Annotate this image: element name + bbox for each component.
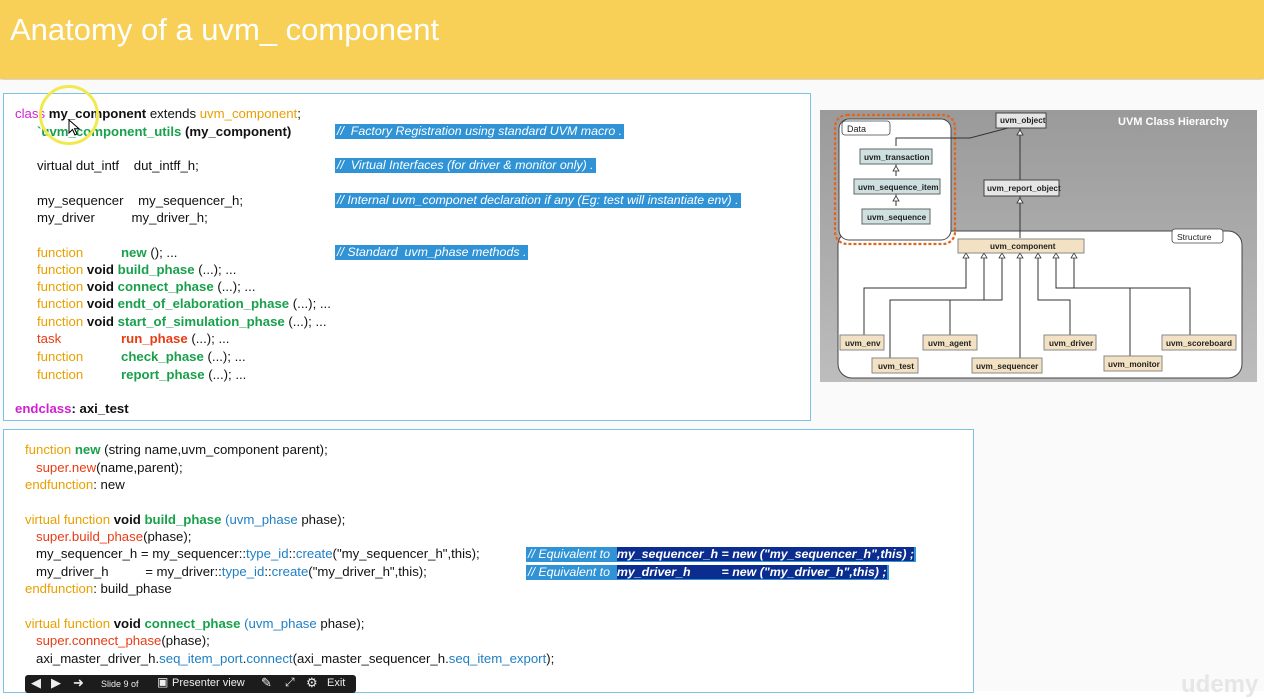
svg-text:uvm_sequencer: uvm_sequencer <box>976 362 1039 371</box>
code-line-fn-new-body: new (); ... <box>121 245 178 260</box>
code-line-super-connect: super.connect_phase(phase); <box>36 633 210 648</box>
svg-text:uvm_sequence: uvm_sequence <box>867 213 927 222</box>
presenter-view-button[interactable]: Presenter view <box>172 677 245 689</box>
code-line-virtual-intf: virtual dut_intf dut_intff_h; <box>37 158 199 173</box>
code-line-run-phase: run_phase (...); ... <box>121 331 230 346</box>
code-line-elab-phase: function void endt_of_elaboration_phase … <box>37 296 331 311</box>
node-uvm-env: uvm_env <box>839 334 885 351</box>
mouse-pointer-icon <box>68 119 81 136</box>
node-uvm-report-object: uvm_report_object <box>983 179 1061 197</box>
comment-phase-methods: // Standard uvm_phase methods . <box>335 245 529 260</box>
code-line-endfunction-build: endfunction: build_phase <box>25 581 172 596</box>
comment-equivalent-sequencer: // Equivalent to my_sequencer_h = new ("… <box>526 547 917 562</box>
code-line-build-phase: function void build_phase (...); ... <box>37 262 237 277</box>
node-uvm-sequence: uvm_sequence <box>861 208 931 225</box>
code-line-report-phase: report_phase (...); ... <box>121 367 247 382</box>
slide-counter: Slide 9 of <box>101 679 139 689</box>
code-line-create-driver: my_driver_h = my_driver::type_id::create… <box>36 564 427 579</box>
code-line-report-phase-kw: function <box>37 367 84 382</box>
svg-text:uvm_test: uvm_test <box>878 362 914 371</box>
code-line-check-phase: check_phase (...); ... <box>121 349 246 364</box>
node-uvm-test: uvm_test <box>871 357 919 374</box>
node-uvm-component: uvm_component <box>957 238 1085 254</box>
node-uvm-sequencer: uvm_sequencer <box>971 357 1043 374</box>
svg-text:uvm_report_object: uvm_report_object <box>987 184 1061 193</box>
svg-text:uvm_scoreboard: uvm_scoreboard <box>1166 339 1232 348</box>
previous-slide-icon[interactable]: ◀ <box>31 675 41 691</box>
svg-text:uvm_driver: uvm_driver <box>1049 339 1094 348</box>
svg-text:uvm_agent: uvm_agent <box>928 339 971 348</box>
code-line-driver: my_driver my_driver_h; <box>37 210 208 225</box>
pen-icon[interactable]: ✎ <box>261 675 272 691</box>
code-line-run-phase-kw: task <box>37 331 62 346</box>
node-uvm-sequence-item: uvm_sequence_item <box>853 178 941 195</box>
settings-gear-icon[interactable]: ⚙ <box>306 675 318 691</box>
code-line-super-build: super.build_phase(phase); <box>36 529 192 544</box>
code-line-fn-new: function <box>37 245 84 260</box>
udemy-watermark: udemy <box>1181 671 1259 698</box>
presenter-view-icon[interactable]: ▣ <box>157 675 168 689</box>
code-line-build-def: virtual function void build_phase (uvm_p… <box>25 512 346 527</box>
svg-text:uvm_monitor: uvm_monitor <box>1108 360 1161 369</box>
code-line-endfunction-new: endfunction: new <box>25 477 125 492</box>
presentation-toolbar: ◀ ▶ ➜ Slide 9 of ▣ Presenter view ✎ ⤢ ⚙ … <box>25 675 356 693</box>
code-line-new-def: function new (string name,uvm_component … <box>25 442 328 457</box>
forward-icon[interactable]: ➜ <box>73 675 84 691</box>
data-panel-label: Data <box>847 124 866 134</box>
diagram-title: UVM Class Hierarchy <box>1118 116 1230 128</box>
comment-equivalent-driver: // Equivalent to my_driver_h = new ("my_… <box>526 565 889 580</box>
svg-text:uvm_component: uvm_component <box>990 242 1056 251</box>
svg-text:uvm_transaction: uvm_transaction <box>864 153 930 162</box>
slide-title: Anatomy of a uvm_ component <box>10 12 440 47</box>
node-uvm-driver: uvm_driver <box>1043 334 1097 351</box>
comment-internal-component: // Internal uvm_componet declaration if … <box>335 193 741 208</box>
title-banner: Anatomy of a uvm_ component <box>0 0 1264 79</box>
code-line-connect-phase: function void connect_phase (...); ... <box>37 279 256 294</box>
fullscreen-icon[interactable]: ⤢ <box>285 675 295 690</box>
svg-text:uvm_sequence_item: uvm_sequence_item <box>858 183 939 192</box>
code-line-endclass: endclass: axi_test <box>15 401 129 416</box>
next-slide-icon[interactable]: ▶ <box>51 675 61 691</box>
uvm-class-hierarchy-diagram: Data Structure UVM Class Hierarchy uvm_o… <box>820 110 1257 382</box>
comment-virtual-interfaces: // Virtual Interfaces (for driver & moni… <box>335 158 596 173</box>
code-line-check-phase-kw: function <box>37 349 84 364</box>
node-uvm-transaction: uvm_transaction <box>859 148 933 165</box>
structure-panel-label: Structure <box>1177 232 1212 242</box>
code-line-port-connect: axi_master_driver_h.seq_item_port.connec… <box>36 651 555 666</box>
code-line-sim-phase: function void start_of_simulation_phase … <box>37 314 327 329</box>
node-uvm-agent: uvm_agent <box>922 334 978 351</box>
code-line-create-sequencer: my_sequencer_h = my_sequencer::type_id::… <box>36 546 480 561</box>
comment-factory-registration: // Factory Registration using standard U… <box>335 124 625 139</box>
exit-button[interactable]: Exit <box>327 677 345 689</box>
svg-text:uvm_env: uvm_env <box>845 339 881 348</box>
node-uvm-scoreboard: uvm_scoreboard <box>1161 334 1237 351</box>
code-line-sequencer: my_sequencer my_sequencer_h; <box>37 193 243 208</box>
svg-text:uvm_object: uvm_object <box>1000 116 1046 125</box>
node-uvm-object: uvm_object <box>995 112 1047 129</box>
code-line-connect-def: virtual function void connect_phase (uvm… <box>25 616 365 631</box>
code-line-super-new: super.new(name,parent); <box>36 460 183 475</box>
node-uvm-monitor: uvm_monitor <box>1103 355 1163 372</box>
